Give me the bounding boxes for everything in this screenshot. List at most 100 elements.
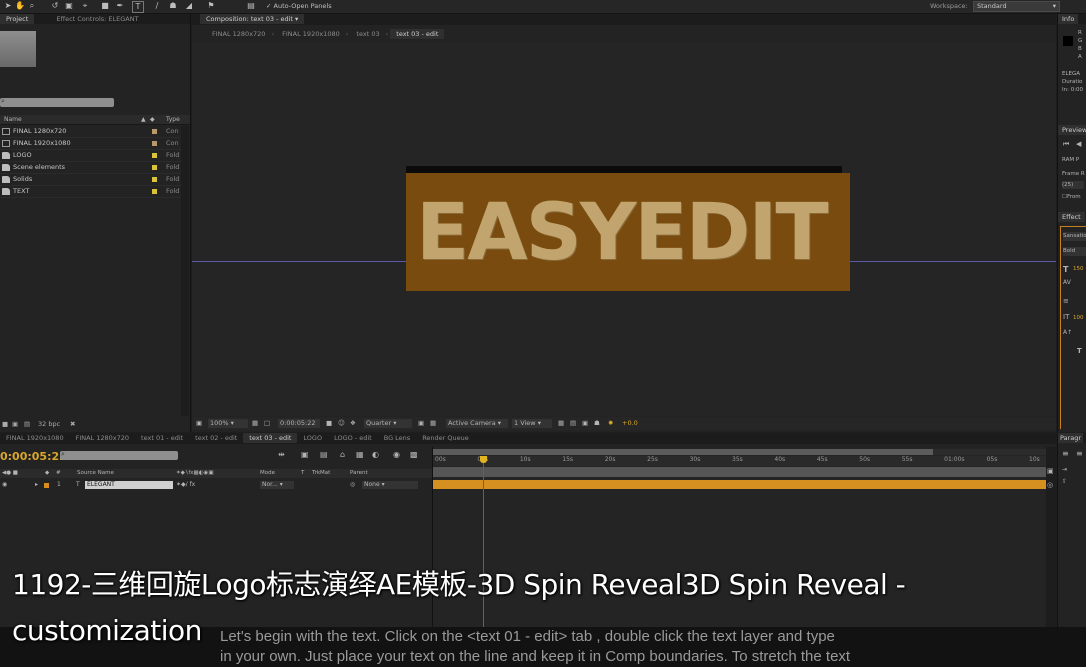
flowchart-icon[interactable]: ☗ — [594, 417, 600, 430]
timeline-tab[interactable]: text 02 - edit — [189, 433, 243, 443]
tab-composition[interactable]: Composition: text 03 - edit ▾ — [200, 14, 305, 24]
pick-whip-icon[interactable]: ◎ — [350, 480, 355, 490]
trkmat-header[interactable]: TrkMat — [312, 469, 330, 478]
text-layer-box[interactable]: EASYEDIT — [406, 173, 850, 291]
project-item[interactable]: TEXT Fold — [0, 186, 190, 198]
exposure-value[interactable]: +0.0 — [622, 417, 638, 430]
rectangle-tool-icon[interactable]: ■ — [100, 1, 110, 11]
frame-rate-select[interactable]: (25) — [1062, 181, 1084, 189]
zoom-select[interactable]: 100% ▾ — [208, 419, 248, 428]
comp-button-icon[interactable]: ▣ — [1047, 467, 1054, 475]
visibility-icon[interactable]: ◉ — [2, 480, 7, 490]
zoom-tool-icon[interactable]: ⌕ — [27, 1, 37, 11]
timeline-tab[interactable]: FINAL 1280x720 — [70, 433, 135, 443]
new-folder-icon[interactable]: ▣ — [12, 418, 18, 430]
tab-project[interactable]: Project — [0, 14, 35, 24]
snapshot-icon[interactable]: □ — [264, 417, 270, 430]
channel-icon[interactable]: ❖ — [350, 417, 356, 430]
tab-preview[interactable]: Preview — [1058, 125, 1086, 135]
timeline-tab[interactable]: LOGO — [297, 433, 328, 443]
tab-info[interactable]: Info — [1058, 14, 1079, 24]
show-snapshot-icon[interactable]: ☺ — [338, 417, 345, 430]
align-left-icon[interactable]: ≡ — [1062, 449, 1069, 458]
expand-arrow-icon[interactable]: ▸ — [35, 480, 38, 490]
font-style-select[interactable]: Bold — [1063, 247, 1086, 256]
layer-name[interactable]: ELEGANT — [85, 481, 173, 489]
clone-stamp-tool-icon[interactable]: ☗ — [168, 1, 178, 11]
brush-tool-icon[interactable]: ∕ — [152, 1, 162, 11]
project-item[interactable]: Solids Fold — [0, 174, 190, 186]
auto-open-panels-checkbox[interactable]: ✓ Auto-Open Panels — [266, 2, 332, 10]
interpret-footage-icon[interactable]: ■ — [2, 418, 8, 430]
project-scrollbar[interactable] — [181, 126, 189, 416]
type-tool-icon[interactable]: T — [132, 1, 144, 13]
hand-tool-icon[interactable]: ✋ — [15, 1, 25, 11]
label-color-swatch[interactable] — [152, 177, 157, 182]
column-type-header[interactable]: Type — [166, 115, 180, 124]
view-layout-select[interactable]: 1 View ▾ — [512, 419, 552, 428]
project-item[interactable]: FINAL 1280x720 Con — [0, 126, 190, 138]
region-of-interest-icon[interactable]: ▣ — [196, 417, 202, 430]
time-ruler[interactable]: 00s 05s 10s 15s 20s 25s 30s 35s 40s 45s 50s 55s 01:0… — [433, 456, 1047, 466]
camera-select[interactable]: Active Camera ▾ — [446, 419, 508, 428]
brainstorm-icon[interactable]: ▩ — [410, 450, 418, 459]
layer-label-color[interactable] — [44, 483, 49, 488]
composition-viewer[interactable]: EASYEDIT — [192, 42, 1056, 416]
timeline-tab[interactable]: LOGO - edit — [328, 433, 378, 443]
viewer-timecode[interactable]: 0:00:05:22 — [278, 419, 320, 428]
toggle-pixel-aspect-icon[interactable]: ▦ — [558, 417, 564, 430]
timeline-tab[interactable]: Render Queue — [416, 433, 475, 443]
camera-snapshot-icon[interactable]: ■ — [326, 417, 332, 430]
draft-3d-icon[interactable]: ▤ — [320, 450, 328, 459]
project-item[interactable]: LOGO Fold — [0, 150, 190, 162]
tab-paragraph[interactable]: Paragr — [1058, 433, 1084, 443]
font-size-value[interactable]: 150 — [1073, 266, 1084, 272]
project-search-input[interactable]: ⌕ — [0, 97, 114, 107]
mode-header[interactable]: Mode — [260, 469, 275, 478]
playhead-handle[interactable] — [480, 456, 488, 463]
faux-bold-icon[interactable]: T — [1077, 347, 1082, 355]
resolution-select[interactable]: Quarter ▾ — [364, 419, 412, 428]
composition-mini-flowchart-icon[interactable]: ⇹ — [278, 450, 285, 459]
breadcrumb-item[interactable]: text 03 — [350, 29, 385, 39]
color-depth-button[interactable]: 32 bpc — [38, 418, 60, 430]
column-name-header[interactable]: Name — [4, 115, 22, 124]
workspace-icon[interactable]: ▤ — [246, 1, 256, 11]
live-update-icon[interactable]: ▣ — [301, 450, 309, 459]
wrench-icon[interactable]: ◎ — [1047, 481, 1053, 489]
align-center-icon[interactable]: ≡ — [1076, 449, 1083, 458]
transparency-grid-icon[interactable]: ▦ — [430, 417, 436, 430]
frame-blending-icon[interactable]: ▦ — [356, 450, 364, 459]
shy-layers-icon[interactable]: ⌂ — [340, 450, 345, 459]
puppet-pin-tool-icon[interactable]: ⚑ — [206, 1, 216, 11]
breadcrumb-item[interactable]: FINAL 1920x1080 — [276, 29, 346, 39]
project-item[interactable]: FINAL 1920x1080 Con — [0, 138, 190, 150]
camera-tool-icon[interactable]: ▣ — [64, 1, 74, 11]
pan-behind-tool-icon[interactable]: ⌖ — [80, 1, 90, 11]
timeline-timecode[interactable]: 0:00:05:22 — [0, 450, 67, 463]
font-family-select[interactable]: Sansatio — [1063, 232, 1086, 241]
eraser-tool-icon[interactable]: ◢ — [184, 1, 194, 11]
label-color-swatch[interactable] — [152, 165, 157, 170]
pen-tool-icon[interactable]: ✒ — [115, 1, 125, 11]
label-color-swatch[interactable] — [152, 189, 157, 194]
selection-tool-icon[interactable]: ➤ — [3, 1, 13, 11]
space-before-icon[interactable]: ⇧ — [1062, 478, 1067, 485]
tab-effect-controls[interactable]: Effect Controls: ELEGANT — [50, 14, 144, 24]
workspace-select[interactable]: Standard ▾ — [973, 1, 1060, 12]
grid-icon[interactable]: ▦ — [252, 417, 258, 430]
breadcrumb-item-active[interactable]: text 03 - edit — [390, 29, 445, 39]
motion-blur-icon[interactable]: ◐ — [372, 450, 379, 459]
work-area-range[interactable] — [433, 449, 933, 455]
label-color-swatch[interactable] — [152, 129, 157, 134]
graph-editor-icon[interactable]: ◉ — [393, 450, 400, 459]
layer-parent-select[interactable]: None ▾ — [362, 481, 418, 489]
breadcrumb-item[interactable]: FINAL 1280x720 — [206, 29, 271, 39]
project-item[interactable]: Scene elements Fold — [0, 162, 190, 174]
exposure-icon[interactable]: ✹ — [608, 417, 613, 430]
fast-previews-icon[interactable]: ▤ — [570, 417, 576, 430]
timeline-icon[interactable]: ▣ — [582, 417, 588, 430]
new-composition-icon[interactable]: ▤ — [24, 418, 30, 430]
parent-header[interactable]: Parent — [350, 469, 368, 478]
previous-frame-icon[interactable]: ◀ — [1076, 140, 1081, 148]
